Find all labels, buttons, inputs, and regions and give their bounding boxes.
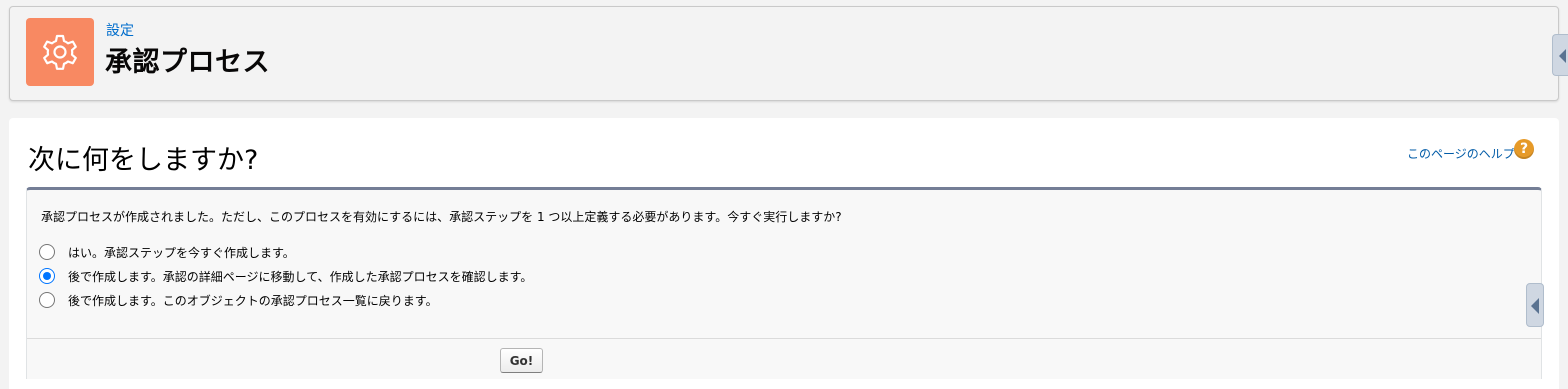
radio-back-to-list[interactable] xyxy=(39,292,55,308)
block-message: 承認プロセスが作成されました。ただし、このプロセスを有効にするには、承認ステップ… xyxy=(41,210,842,224)
page-title: 承認プロセス xyxy=(105,47,270,78)
option-label: 後で作成します。承認の詳細ページに移動して、作成した承認プロセスを確認します。 xyxy=(68,269,533,284)
option-label: 後で作成します。このオブジェクトの承認プロセス一覧に戻ります。 xyxy=(68,293,438,308)
page-header: 設定 承認プロセス xyxy=(9,6,1559,101)
breadcrumb-setup[interactable]: 設定 xyxy=(106,20,134,40)
button-row: Go! xyxy=(27,338,1541,379)
side-panel-toggle-top[interactable] xyxy=(1552,34,1568,76)
option-list: はい。承認ステップを今すぐ作成します。 後で作成します。承認の詳細ページに移動し… xyxy=(39,240,532,312)
option-back-to-list[interactable]: 後で作成します。このオブジェクトの承認プロセス一覧に戻ります。 xyxy=(39,288,532,312)
gear-icon xyxy=(26,18,94,86)
help-icon[interactable]: ? xyxy=(1514,139,1534,159)
main-heading: 次に何をしますか? xyxy=(28,145,259,176)
option-view-detail-page[interactable]: 後で作成します。承認の詳細ページに移動して、作成した承認プロセスを確認します。 xyxy=(39,264,532,288)
next-step-block: 承認プロセスが作成されました。ただし、このプロセスを有効にするには、承認ステップ… xyxy=(26,187,1542,379)
help-link[interactable]: このページのヘルプ xyxy=(1407,145,1515,162)
option-create-step-now[interactable]: はい。承認ステップを今すぐ作成します。 xyxy=(39,240,532,264)
main-panel: 次に何をしますか? このページのヘルプ ? 承認プロセスが作成されました。ただし… xyxy=(9,118,1559,389)
go-button[interactable]: Go! xyxy=(500,348,543,373)
gear-icon-svg xyxy=(43,34,77,70)
side-panel-toggle[interactable] xyxy=(1526,283,1544,327)
radio-create-step-now[interactable] xyxy=(39,244,55,260)
option-label: はい。承認ステップを今すぐ作成します。 xyxy=(68,245,295,260)
radio-view-detail-page[interactable] xyxy=(39,268,55,284)
